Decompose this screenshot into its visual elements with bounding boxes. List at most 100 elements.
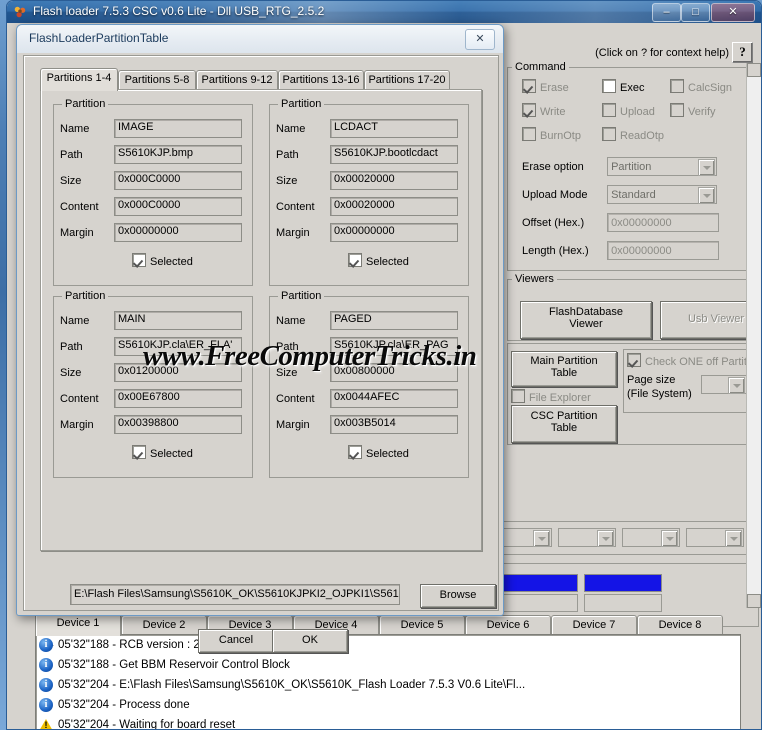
chevron-down-icon[interactable] <box>725 530 742 547</box>
tab-partitions-17-20[interactable]: Partitions 17-20 <box>364 70 450 91</box>
partition-margin-input[interactable]: 0x00000000 <box>114 223 242 242</box>
close-button[interactable]: ✕ <box>711 3 755 22</box>
chevron-down-icon[interactable] <box>533 530 550 547</box>
partition-size-input[interactable]: 0x00800000 <box>330 363 458 382</box>
checkbox-file-explorer[interactable]: File Explorer <box>511 389 591 404</box>
partition-group-4: Partition Name PAGED Path S5610KJP.cla\E… <box>269 290 469 478</box>
context-help-hint: (Click on ? for context help) <box>595 47 729 59</box>
partition-selected-checkbox[interactable]: Selected <box>348 253 409 268</box>
checkbox-label: Write <box>540 106 566 118</box>
checkbox-box <box>670 79 684 93</box>
partition-size-input[interactable]: 0x01200000 <box>114 363 242 382</box>
checkbox-upload[interactable]: Upload <box>602 103 655 118</box>
partition-size-input[interactable]: 0x000C0000 <box>114 171 242 190</box>
csc-partition-table-button[interactable]: CSC Partition Table <box>511 405 617 443</box>
checkbox-verify[interactable]: Verify <box>670 103 716 118</box>
tab-partitions-1-4[interactable]: Partitions 1-4 <box>40 68 118 91</box>
partition-path-input[interactable]: S5610KJP.bmp <box>114 145 242 164</box>
lower-combobox-3[interactable] <box>622 528 680 547</box>
checkbox-burnotp[interactable]: BurnOtp <box>522 127 581 142</box>
check-one-label: Check ONE off Partitions <box>645 356 762 368</box>
log-text: 05'32"204 - Process done <box>58 699 190 711</box>
checkbox-exec[interactable]: Exec <box>602 79 644 94</box>
selected-label: Selected <box>150 256 193 268</box>
length-label: Length (Hex.) <box>522 245 589 257</box>
tab-device-5[interactable]: Device 5 <box>379 615 465 636</box>
lower-combobox-4[interactable] <box>686 528 744 547</box>
partition-content-input[interactable]: 0x00E67800 <box>114 389 242 408</box>
lower-combobox-2[interactable] <box>558 528 616 547</box>
partition-path-input[interactable]: S5610KJP.bootlcdact <box>330 145 458 164</box>
checkbox-box <box>602 79 616 93</box>
main-partition-table-button[interactable]: Main Partition Table <box>511 351 617 387</box>
partition-content-input[interactable]: 0x0044AFEC <box>330 389 458 408</box>
content-scrollbar[interactable] <box>746 63 761 608</box>
chevron-down-icon[interactable] <box>661 530 678 547</box>
upload-mode-select[interactable]: Standard <box>607 185 718 204</box>
ok-button[interactable]: OK <box>272 629 348 653</box>
checkbox-write[interactable]: Write <box>522 103 565 118</box>
log-list[interactable]: i 05'32"188 - RCB version : 2 (BootFile … <box>35 634 741 729</box>
margin-label: Margin <box>60 419 94 431</box>
length-input[interactable]: 0x00000000 <box>607 241 720 260</box>
list-item[interactable]: i 05'32"188 - RCB version : 2 (BootFile … <box>36 635 740 655</box>
list-item[interactable]: i 05'32"188 - Get BBM Reservoir Control … <box>36 655 740 675</box>
tab-device-2[interactable]: Device 2 <box>121 615 207 636</box>
checkbox-label: CalcSign <box>688 82 733 94</box>
checkbox-calcsign[interactable]: CalcSign <box>670 79 732 94</box>
partition-name-input[interactable]: IMAGE <box>114 119 242 138</box>
tab-partitions-9-12[interactable]: Partitions 9-12 <box>196 70 278 91</box>
partition-size-input[interactable]: 0x00020000 <box>330 171 458 190</box>
cancel-button[interactable]: Cancel <box>198 629 274 653</box>
partition-group-label: Partition <box>278 98 325 110</box>
upload-mode-label: Upload Mode <box>522 189 588 201</box>
minimize-button[interactable]: – <box>652 3 681 22</box>
partition-margin-input[interactable]: 0x00000000 <box>330 223 458 242</box>
partition-margin-input[interactable]: 0x003B5014 <box>330 415 458 434</box>
partition-content-input[interactable]: 0x00020000 <box>330 197 458 216</box>
maximize-button[interactable]: □ <box>681 3 710 22</box>
tab-partitions-5-8[interactable]: Partitions 5-8 <box>118 70 196 91</box>
partition-margin-input[interactable]: 0x00398800 <box>114 415 242 434</box>
partition-path-input[interactable]: S5610KJP.cla\ER_FLA' <box>114 337 242 356</box>
tab-device-8[interactable]: Device 8 <box>637 615 723 636</box>
page-size-select[interactable] <box>701 375 747 397</box>
dialog-path-input[interactable]: E:\Flash Files\Samsung\S5610K_OK\S5610KJ… <box>70 584 400 605</box>
chevron-down-icon[interactable] <box>698 187 716 204</box>
lower-combobox-row <box>489 521 759 555</box>
checkbox-readotp[interactable]: ReadOtp <box>602 127 664 142</box>
browse-button[interactable]: Browse <box>420 584 496 608</box>
partition-content-input[interactable]: 0x000C0000 <box>114 197 242 216</box>
size-label: Size <box>60 367 82 379</box>
tab-device-7[interactable]: Device 7 <box>551 615 637 636</box>
partition-group-1: Partition Name IMAGE Path S5610KJP.bmp S… <box>53 98 253 286</box>
partition-group-label: Partition <box>278 290 325 302</box>
partition-name-input[interactable]: PAGED <box>330 311 458 330</box>
checkbox-erase[interactable]: Erase <box>522 79 569 94</box>
flash-database-viewer-button[interactable]: FlashDatabase Viewer <box>520 301 652 339</box>
tab-device-1[interactable]: Device 1 <box>35 613 121 636</box>
partition-selected-checkbox[interactable]: Selected <box>132 445 193 460</box>
offset-input[interactable]: 0x00000000 <box>607 213 720 232</box>
help-icon[interactable]: ? <box>732 42 753 63</box>
dialog-close-button[interactable]: ✕ <box>465 29 495 50</box>
dialog-title: FlashLoaderPartitionTable <box>29 31 169 45</box>
tab-device-6[interactable]: Device 6 <box>465 615 551 636</box>
partition-selected-checkbox[interactable]: Selected <box>348 445 409 460</box>
erase-option-select[interactable]: Partition <box>607 157 718 176</box>
list-item[interactable]: i 05'32"204 - E:\Flash Files\Samsung\S56… <box>36 675 740 695</box>
list-item[interactable]: 05'32"204 - Waiting for board reset <box>36 715 740 729</box>
partition-selected-checkbox[interactable]: Selected <box>132 253 193 268</box>
tab-partitions-13-16[interactable]: Partitions 13-16 <box>278 70 364 91</box>
chevron-down-icon[interactable] <box>597 530 614 547</box>
partition-name-input[interactable]: LCDACT <box>330 119 458 138</box>
partition-name-input[interactable]: MAIN <box>114 311 242 330</box>
list-item[interactable]: i 05'32"204 - Process done <box>36 695 740 715</box>
page-size-line2: (File System) <box>627 388 692 400</box>
checkbox-check-one-off-partitions[interactable]: Check ONE off Partitions <box>627 353 762 368</box>
name-label: Name <box>60 315 90 327</box>
chevron-down-icon[interactable] <box>698 159 716 176</box>
checkbox-label: ReadOtp <box>620 130 665 142</box>
partition-path-input[interactable]: S5610KJP.cla\ER_PAG <box>330 337 458 356</box>
chevron-down-icon[interactable] <box>728 377 745 394</box>
